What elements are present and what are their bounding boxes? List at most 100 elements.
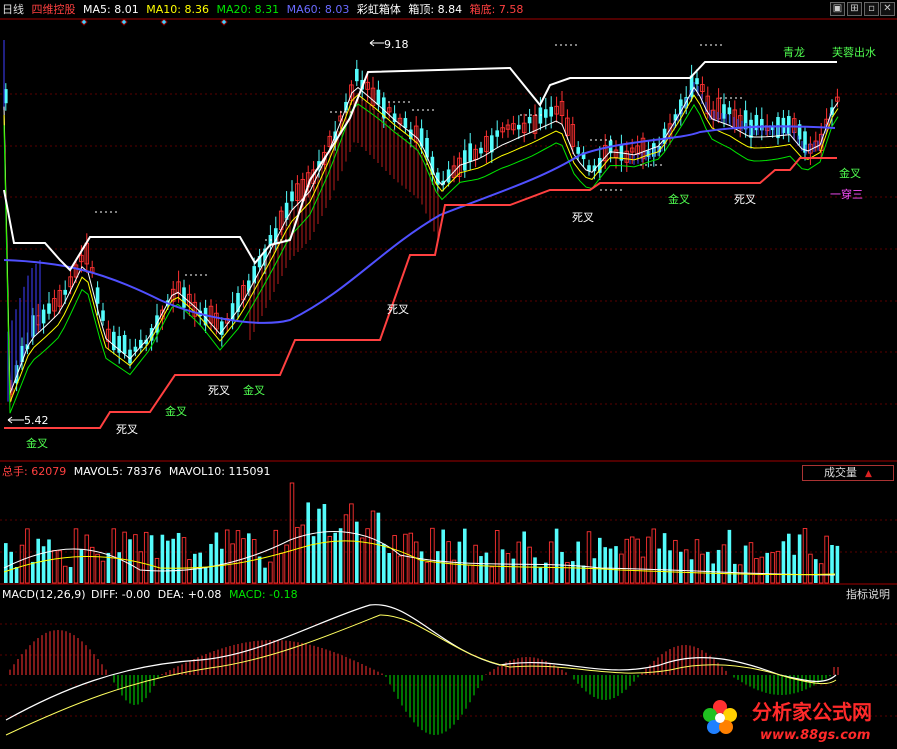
volume-bar — [322, 504, 327, 583]
volume-bar — [835, 545, 840, 583]
candle-down — [290, 191, 294, 202]
low-arrow-icon — [7, 416, 24, 424]
total-value: 62079 — [31, 465, 67, 478]
candle-down — [128, 349, 132, 364]
volume-bar — [436, 551, 440, 583]
volume-bar — [214, 532, 219, 583]
volume-bar — [808, 553, 813, 584]
volume-bar — [787, 533, 791, 583]
death-cross-label: 死叉 — [387, 303, 409, 316]
low-price-label: 5.42 — [24, 414, 49, 427]
volume-bar — [413, 541, 419, 584]
volume-bar — [479, 556, 483, 583]
volume-bar — [544, 562, 548, 583]
volume-bar — [284, 544, 289, 584]
volume-bar — [209, 543, 213, 583]
price-header: 日线 四维控股 MA5: 8.01 MA10: 8.36 MA20: 8.31 … — [2, 3, 527, 17]
volume-bar — [278, 553, 284, 584]
volume-bar — [273, 529, 279, 584]
dea-label: DEA: — [157, 588, 185, 601]
volume-bar — [592, 558, 597, 583]
box-top-value: 8.84 — [437, 3, 463, 16]
volume-bar — [706, 551, 710, 583]
volume-bar — [814, 559, 818, 583]
candle-down — [63, 289, 67, 295]
diff-label: DIFF: — [91, 588, 119, 601]
volume-bar — [9, 551, 13, 583]
candle-down — [468, 143, 472, 162]
ma10-label: MA10: — [146, 3, 181, 16]
volume-bar — [251, 539, 257, 584]
box-bottom-label: 箱底: — [469, 3, 496, 16]
yichuansan-label: 一穿三 — [830, 187, 863, 201]
volume-bar — [338, 528, 343, 583]
volume-bar — [84, 534, 90, 584]
volume-bar — [430, 527, 435, 584]
volume-bar — [387, 553, 391, 583]
volume-bar — [538, 567, 543, 583]
golden-cross-label: 金叉 — [668, 192, 690, 206]
volume-bar — [651, 528, 657, 584]
volume-bar — [193, 553, 197, 583]
volume-bar — [25, 528, 30, 584]
indicator-name: 四维控股 — [31, 3, 76, 16]
volume-bar — [333, 532, 337, 583]
volume-bar — [668, 550, 672, 583]
candle-down — [376, 89, 381, 105]
volume-bar — [143, 531, 149, 584]
indicator-help-button[interactable]: 指标说明 — [840, 588, 896, 602]
period-label[interactable]: 日线 — [2, 3, 24, 16]
volume-bar — [138, 551, 144, 584]
volume-bar — [171, 538, 175, 583]
restore-icon[interactable]: ▣ — [830, 2, 845, 16]
volume-bar — [268, 561, 273, 584]
golden-cross-label: 金叉 — [26, 436, 48, 450]
volume-bar — [781, 541, 786, 583]
volume-bar — [830, 545, 834, 583]
volume-bar — [370, 510, 376, 584]
candle-down — [544, 109, 548, 118]
volume-bar — [306, 502, 310, 583]
volume-bar — [743, 545, 748, 583]
volume-bar — [392, 535, 397, 584]
golden-cross-label: 金叉 — [243, 383, 265, 397]
candle-down — [355, 68, 359, 82]
volume-bar — [554, 528, 559, 583]
volume-bar — [122, 531, 127, 584]
chart-canvas[interactable]: 金叉死叉金叉死叉 金叉死叉死叉金叉 死叉金叉青龙 芙蓉出水一穿三9.185.42 — [0, 0, 897, 749]
volume-bar — [694, 539, 700, 584]
volume-bar — [181, 537, 187, 584]
volume-bar — [133, 534, 138, 584]
volume-bar — [403, 533, 408, 584]
volume-bar — [47, 539, 51, 583]
volume-bar — [176, 532, 181, 583]
volume-bar — [511, 558, 516, 583]
volume-bar — [349, 503, 354, 584]
candle-down — [549, 106, 553, 117]
furong-label: 芙蓉出水 — [832, 45, 876, 59]
volume-selector-button[interactable]: 成交量 ▲ — [802, 465, 894, 481]
volume-bar — [36, 538, 40, 583]
ma5-label: MA5: — [83, 3, 111, 16]
candle-down — [403, 118, 408, 128]
mavol5-value: 78376 — [126, 465, 162, 478]
candle-down — [122, 335, 127, 354]
high-price-label: 9.18 — [384, 38, 409, 51]
volume-bar — [759, 556, 765, 584]
ma5-value: 8.01 — [114, 3, 139, 16]
candle-down — [517, 124, 521, 130]
close-icon[interactable]: ✕ — [880, 2, 895, 16]
volume-bar — [289, 482, 295, 584]
high-arrow-icon — [369, 39, 384, 47]
volume-bar — [31, 561, 35, 583]
volume-bar — [19, 544, 25, 584]
candle-down — [41, 309, 46, 324]
expand-icon[interactable]: ▫ — [864, 2, 879, 16]
volume-bar — [770, 552, 775, 584]
volume-bar — [624, 538, 630, 584]
box-top-label: 箱顶: — [408, 3, 435, 16]
candle-down — [47, 303, 51, 314]
volume-bar — [824, 535, 829, 584]
volume-bar — [679, 551, 683, 583]
zoom-icon[interactable]: ⊞ — [847, 2, 862, 16]
